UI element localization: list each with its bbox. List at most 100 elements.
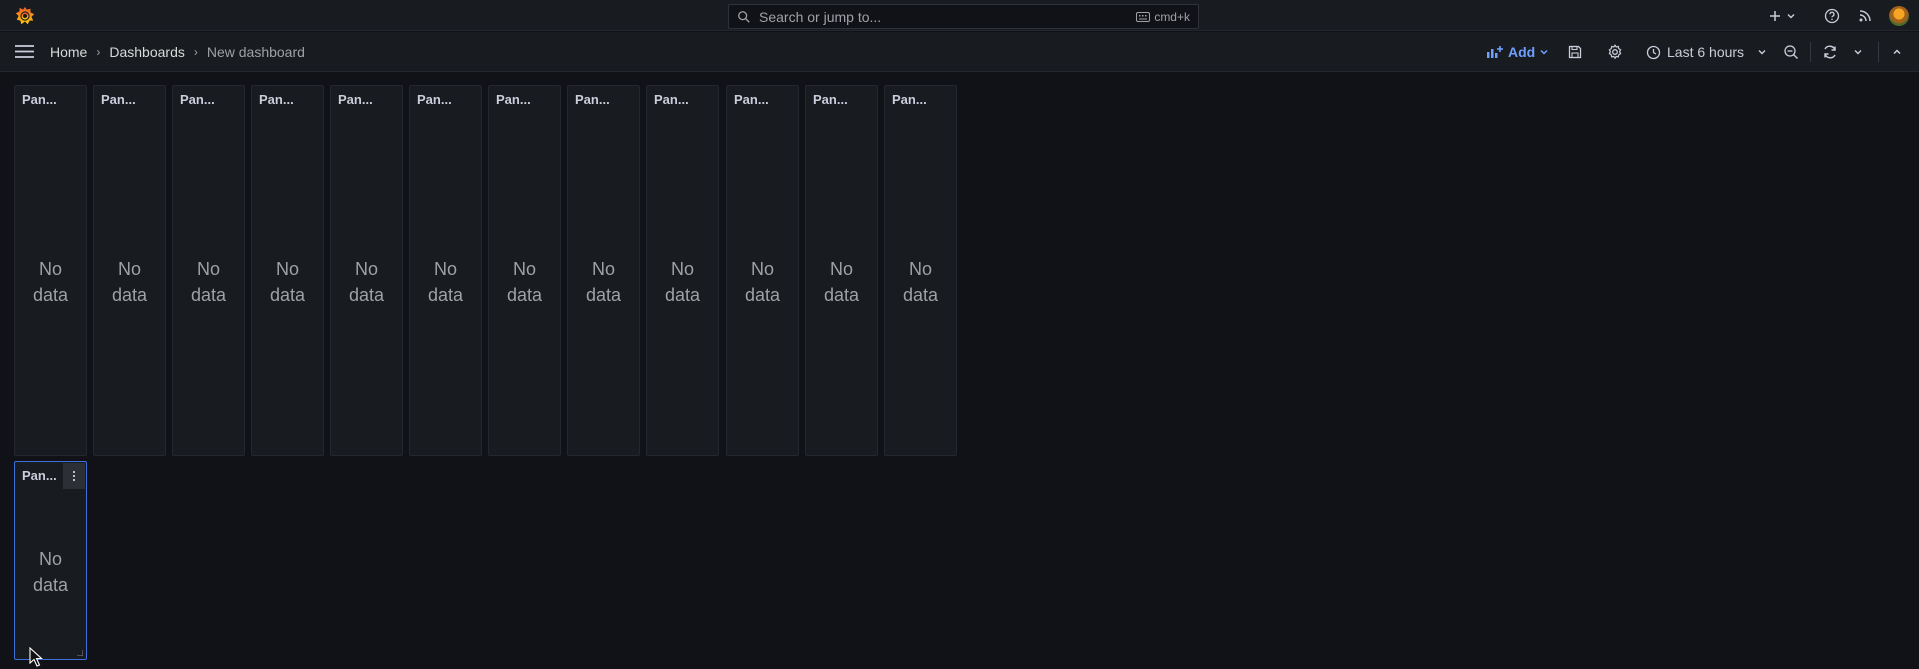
chevron-down-icon <box>1758 50 1766 55</box>
zoom-out-button[interactable] <box>1783 32 1799 72</box>
no-data-line: data <box>744 285 781 305</box>
no-data-message: No data <box>15 256 86 308</box>
breadcrumb-dashboards[interactable]: Dashboards <box>109 44 185 60</box>
save-dashboard-button[interactable] <box>1568 32 1582 72</box>
no-data-line: data <box>269 285 306 305</box>
no-data-line: No <box>38 549 62 569</box>
dashboard-settings-button[interactable] <box>1607 32 1623 72</box>
chevron-down-icon <box>1540 49 1548 55</box>
breadcrumb: Home › Dashboards › New dashboard <box>50 32 305 72</box>
top-bar: Search or jump to... cmd+k <box>0 0 1919 31</box>
no-data-line: No <box>354 259 378 279</box>
no-data-line: No <box>829 259 853 279</box>
new-menu-button[interactable] <box>1768 0 1797 31</box>
no-data-message: No data <box>647 256 718 308</box>
no-data-line: data <box>664 285 701 305</box>
no-data-line: No <box>433 259 457 279</box>
no-data-message: No data <box>410 256 481 308</box>
search-input[interactable]: Search or jump to... cmd+k <box>728 4 1199 29</box>
no-data-line: No <box>908 259 932 279</box>
panel[interactable]: Pan... No data <box>14 85 87 456</box>
refresh-button[interactable] <box>1822 32 1838 72</box>
clock-icon <box>1646 45 1661 59</box>
no-data-message: No data <box>331 256 402 308</box>
no-data-message: No data <box>252 256 323 308</box>
panel-menu-button[interactable] <box>63 463 85 489</box>
collapse-toolbar-button[interactable] <box>1891 32 1903 72</box>
no-data-line: No <box>591 259 615 279</box>
news-button[interactable] <box>1858 0 1873 31</box>
no-data-message: No data <box>885 256 956 308</box>
panel-title: Pan... <box>813 92 848 107</box>
panel-title: Pan... <box>180 92 215 107</box>
mouse-cursor-icon <box>29 647 43 667</box>
no-data-message: No data <box>568 256 639 308</box>
grafana-logo-icon[interactable] <box>14 5 36 27</box>
panel[interactable]: Pan... No data <box>251 85 324 456</box>
no-data-line: data <box>32 575 69 595</box>
panel[interactable]: Pan... No data <box>172 85 245 456</box>
panel-title: Pan... <box>496 92 531 107</box>
no-data-line: No <box>750 259 774 279</box>
help-button[interactable] <box>1824 0 1840 31</box>
user-avatar[interactable] <box>1889 6 1909 26</box>
news-rss-icon <box>1859 10 1871 22</box>
no-data-line: No <box>670 259 694 279</box>
add-button[interactable]: Add <box>1486 32 1550 72</box>
refresh-interval-dropdown[interactable] <box>1852 32 1864 72</box>
panel-selected[interactable]: Pan... No data <box>14 461 87 660</box>
panel-title: Pan... <box>654 92 689 107</box>
panel-title: Pan... <box>22 92 57 107</box>
panel[interactable]: Pan... No data <box>646 85 719 456</box>
no-data-line: No <box>117 259 141 279</box>
no-data-line: data <box>427 285 464 305</box>
breadcrumb-current: New dashboard <box>206 44 305 60</box>
help-icon <box>1824 8 1840 23</box>
panel[interactable]: Pan... No data <box>488 85 561 456</box>
no-data-message: No data <box>489 256 560 308</box>
resize-handle-icon[interactable] <box>77 650 83 656</box>
divider <box>1810 42 1811 62</box>
chevron-down-icon <box>1854 50 1862 55</box>
menu-icon[interactable] <box>15 44 34 59</box>
no-data-line: data <box>111 285 148 305</box>
more-vertical-icon <box>72 470 76 482</box>
panel-title: Pan... <box>575 92 610 107</box>
no-data-message: No data <box>15 546 86 598</box>
panel[interactable]: Pan... No data <box>330 85 403 456</box>
time-range-picker[interactable]: Last 6 hours <box>1646 32 1768 72</box>
breadcrumb-home[interactable]: Home <box>50 44 87 60</box>
panel[interactable]: Pan... No data <box>884 85 957 456</box>
shortcut-text: cmd+k <box>1154 9 1190 24</box>
gear-icon <box>1608 44 1622 60</box>
no-data-message: No data <box>173 256 244 308</box>
no-data-line: No <box>38 259 62 279</box>
breadcrumb-separator: › <box>96 45 101 59</box>
panel[interactable]: Pan... No data <box>726 85 799 456</box>
panel[interactable]: Pan... No data <box>409 85 482 456</box>
add-button-label: Add <box>1508 44 1536 60</box>
refresh-icon <box>1824 45 1836 59</box>
panel[interactable]: Pan... No data <box>93 85 166 456</box>
no-data-line: No <box>512 259 536 279</box>
search-icon <box>738 10 750 23</box>
panel[interactable]: Pan... No data <box>805 85 878 456</box>
plus-icon <box>1770 10 1780 21</box>
panel-title: Pan... <box>892 92 927 107</box>
no-data-message: No data <box>94 256 165 308</box>
add-panel-icon <box>1487 46 1503 58</box>
time-range-label: Last 6 hours <box>1667 44 1745 60</box>
panel-title: Pan... <box>22 468 57 483</box>
keyboard-icon <box>1136 11 1151 22</box>
panel[interactable]: Pan... No data <box>567 85 640 456</box>
no-data-message: No data <box>727 256 798 308</box>
dashboard-navbar: Home › Dashboards › New dashboard Add La… <box>0 32 1919 72</box>
panel-title: Pan... <box>417 92 452 107</box>
no-data-line: data <box>902 285 939 305</box>
panel-title: Pan... <box>734 92 769 107</box>
no-data-line: data <box>32 285 69 305</box>
breadcrumb-separator: › <box>193 45 198 59</box>
chevron-up-icon <box>1893 49 1901 55</box>
no-data-line: data <box>823 285 860 305</box>
panel-title: Pan... <box>259 92 294 107</box>
